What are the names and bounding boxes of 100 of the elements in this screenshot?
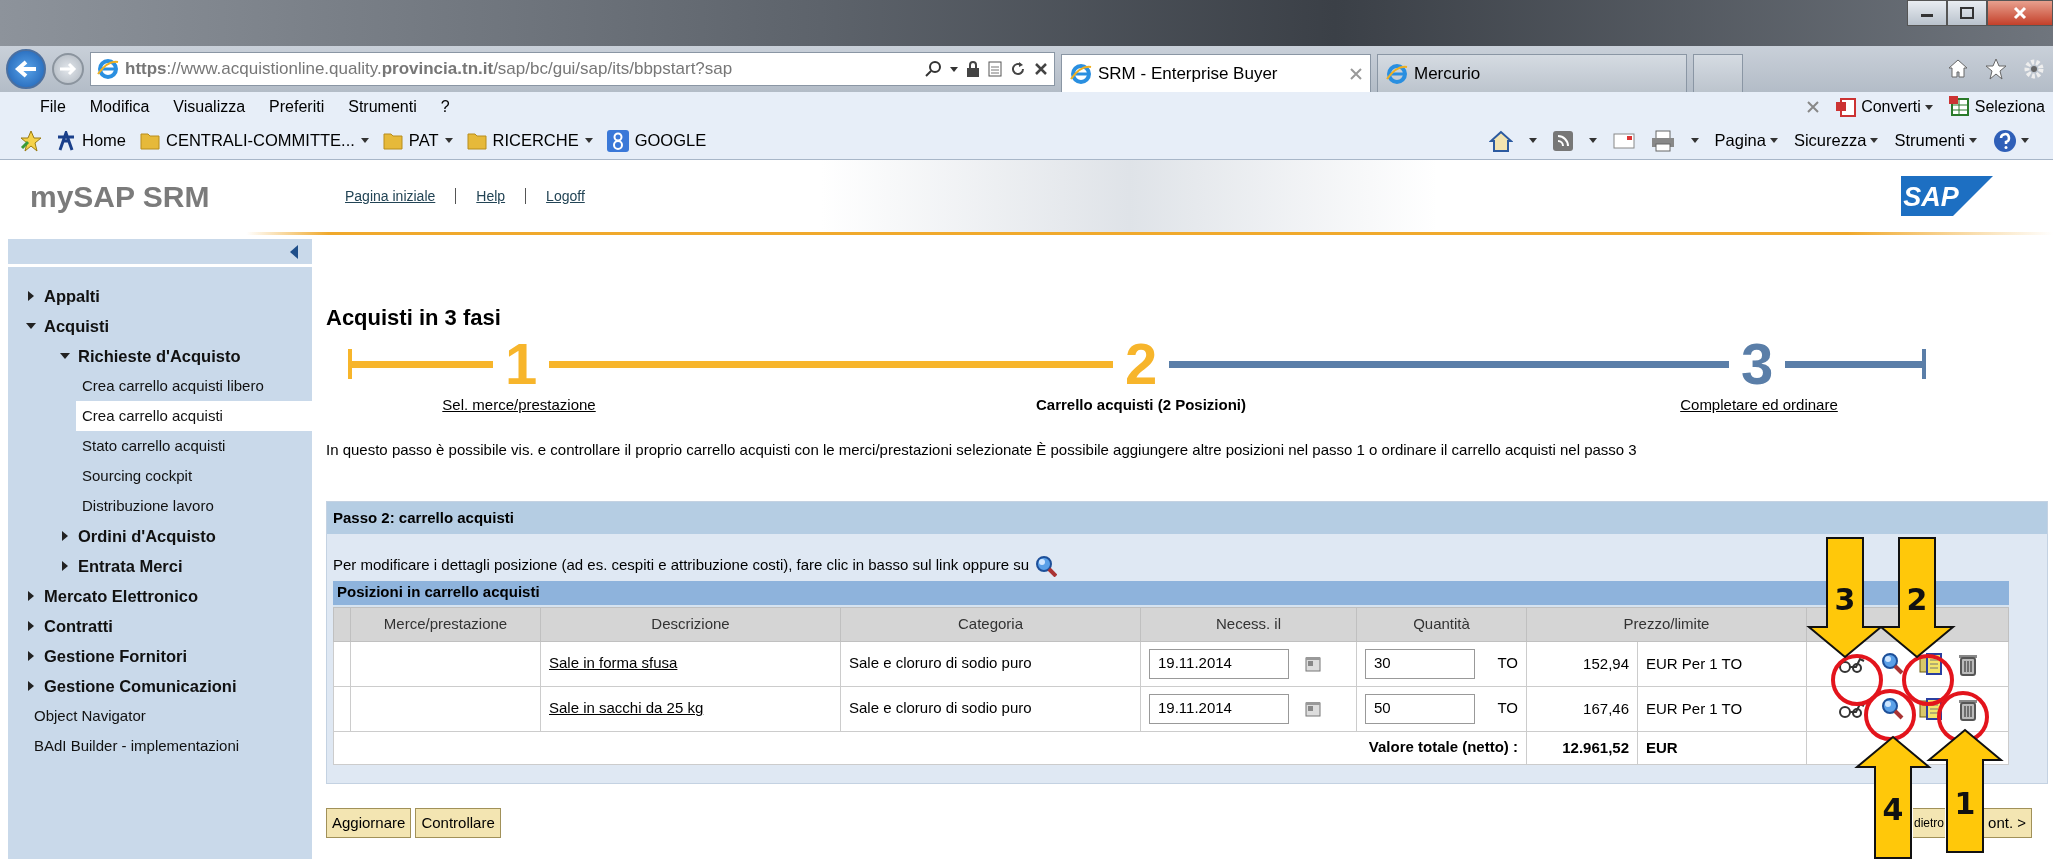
favorite-link[interactable]: RICERCHE (492, 128, 579, 153)
caret-icon[interactable] (1769, 138, 1778, 143)
nav-folder[interactable]: Richieste d'Acquisto (8, 341, 312, 371)
toolbar-menu[interactable]: Strumenti (1894, 128, 1965, 153)
nav-link[interactable]: BAdI Builder - implementazioni (28, 731, 312, 761)
nav-link[interactable]: Object Navigator (28, 701, 312, 731)
nav-button[interactable]: ont. > (1983, 807, 2032, 838)
highlight-circle (1864, 689, 1916, 741)
nav-folder[interactable]: Gestione Comunicazioni (8, 671, 312, 701)
menu-item[interactable]: Visualizza (173, 95, 246, 119)
highlight-circle (1902, 654, 1954, 706)
menu-item[interactable]: Preferiti (269, 95, 325, 119)
documents-icon[interactable] (1918, 651, 1943, 676)
home-icon[interactable] (1947, 58, 1969, 78)
magnifier-icon[interactable] (1880, 651, 1905, 676)
header-link[interactable]: Help (456, 185, 526, 207)
step-link[interactable]: Sel. merce/prestazione (442, 394, 596, 417)
toolbar-button[interactable]: Converti (1861, 95, 1921, 119)
caret-icon[interactable] (2021, 138, 2029, 143)
star-icon[interactable] (1985, 58, 2007, 80)
quantity-field[interactable]: 50 (1365, 693, 1475, 724)
menu-item[interactable]: Modifica (89, 95, 150, 119)
step-link[interactable]: Completare ed ordinare (1680, 394, 1838, 417)
favorite-link[interactable]: GOOGLE (634, 128, 707, 153)
nav-folder[interactable]: Ordini d'Acquisto (8, 521, 312, 551)
toolbar-button[interactable]: Seleziona (1974, 95, 2045, 119)
nav-link[interactable]: Sourcing cockpit (76, 461, 312, 491)
address-bar[interactable]: https://www.acquistionline.quality.provincia.tn.it/sap/bc/gui/sap/its/bbpstart?sap (90, 52, 1055, 86)
close-tab-icon[interactable] (1350, 67, 1362, 80)
header-link[interactable]: Logoff (526, 185, 605, 207)
brand-logo: SAP (1901, 176, 1993, 216)
nav-folder[interactable]: Gestione Fornitori (8, 641, 312, 671)
caret-icon[interactable] (444, 138, 453, 143)
nav-folder[interactable]: Entrata Merci (8, 551, 312, 581)
item-link[interactable]: Sale in forma sfusa (549, 654, 678, 672)
price-value: 167,46 (1582, 698, 1630, 719)
menu-item[interactable]: Strumenti (348, 95, 417, 119)
nav-link[interactable]: Crea carrello acquisti libero (76, 371, 312, 401)
toolbar-menu[interactable]: Pagina (1714, 128, 1766, 153)
caret-icon[interactable] (1969, 138, 1977, 143)
step-number: 1 (503, 335, 539, 393)
site-icon (56, 130, 76, 151)
search-icon[interactable] (924, 60, 942, 78)
action-button[interactable]: Aggiornare (326, 807, 412, 838)
nav-folder[interactable]: Acquisti (8, 311, 312, 341)
favorite-link[interactable]: CENTRALI-COMMITTE... (166, 128, 355, 153)
nav-folder[interactable]: Appalti (8, 281, 312, 311)
caret-icon[interactable] (1690, 138, 1699, 143)
feed-icon[interactable] (1552, 130, 1573, 151)
toolbar-menu[interactable]: Sicurezza (1793, 128, 1867, 153)
caret-icon[interactable] (1588, 138, 1597, 143)
collapse-icon[interactable] (290, 244, 298, 259)
gear-icon[interactable] (2023, 58, 2045, 80)
nav-link[interactable]: Crea carrello acquisti (76, 401, 312, 431)
close-icon[interactable] (1807, 101, 1820, 113)
print-icon[interactable] (1650, 129, 1675, 152)
total-label: Valore totale (netto) : (333, 731, 1527, 764)
caret-icon[interactable] (1870, 138, 1879, 143)
expanded-arrow-icon (60, 351, 70, 361)
back-button[interactable] (6, 49, 46, 89)
stop-icon[interactable] (1034, 62, 1048, 76)
nav-folder[interactable]: Mercato Elettronico (8, 581, 312, 611)
quantity-field[interactable]: 30 (1365, 648, 1475, 679)
menu-item[interactable]: ? (440, 95, 450, 119)
favorite-link[interactable]: PAT (408, 128, 439, 153)
maximize-button[interactable] (1947, 0, 1987, 26)
browser-tab[interactable]: SRM - Enterprise Buyer (1061, 54, 1371, 92)
browser-logo-icon (1070, 62, 1092, 85)
close-button[interactable] (1987, 0, 2053, 26)
calendar-icon[interactable] (1305, 700, 1321, 717)
help-icon[interactable] (1993, 128, 2017, 153)
minimize-button[interactable] (1907, 0, 1947, 26)
forward-button[interactable] (52, 53, 84, 85)
refresh-icon[interactable] (1010, 61, 1026, 77)
documents-icon[interactable] (1918, 696, 1943, 721)
nav-link[interactable]: Distribuzione lavoro (76, 491, 312, 521)
caret-icon[interactable] (1528, 138, 1537, 143)
nav-link[interactable]: Stato carrello acquisti (76, 431, 312, 461)
header-link[interactable]: Pagina iniziale (325, 185, 456, 207)
nav-button[interactable]: dietro (1913, 807, 1946, 838)
caret-icon[interactable] (584, 138, 593, 143)
browser-tab[interactable]: Mercurio (1377, 54, 1687, 92)
magnifier-icon[interactable] (1880, 696, 1905, 721)
caret-icon[interactable] (950, 66, 958, 72)
caret-icon[interactable] (360, 138, 369, 143)
calendar-icon[interactable] (1305, 655, 1321, 672)
menu-item[interactable]: File (40, 95, 66, 119)
mail-icon[interactable] (1612, 132, 1635, 149)
action-button[interactable]: Controllare (415, 807, 501, 838)
collapsed-arrow-icon (26, 591, 36, 601)
date-field[interactable]: 19.11.2014 (1149, 693, 1289, 724)
nav-folder[interactable]: Contratti (8, 611, 312, 641)
folder-icon (382, 130, 403, 151)
caret-icon[interactable] (1924, 104, 1933, 110)
unit-text: TO (1497, 653, 1518, 674)
browser-logo-icon (1386, 62, 1408, 85)
date-field[interactable]: 19.11.2014 (1149, 648, 1289, 679)
favorites-star-icon[interactable] (20, 129, 42, 152)
favorite-link[interactable]: Home (82, 128, 126, 153)
home-icon[interactable] (1488, 129, 1513, 152)
